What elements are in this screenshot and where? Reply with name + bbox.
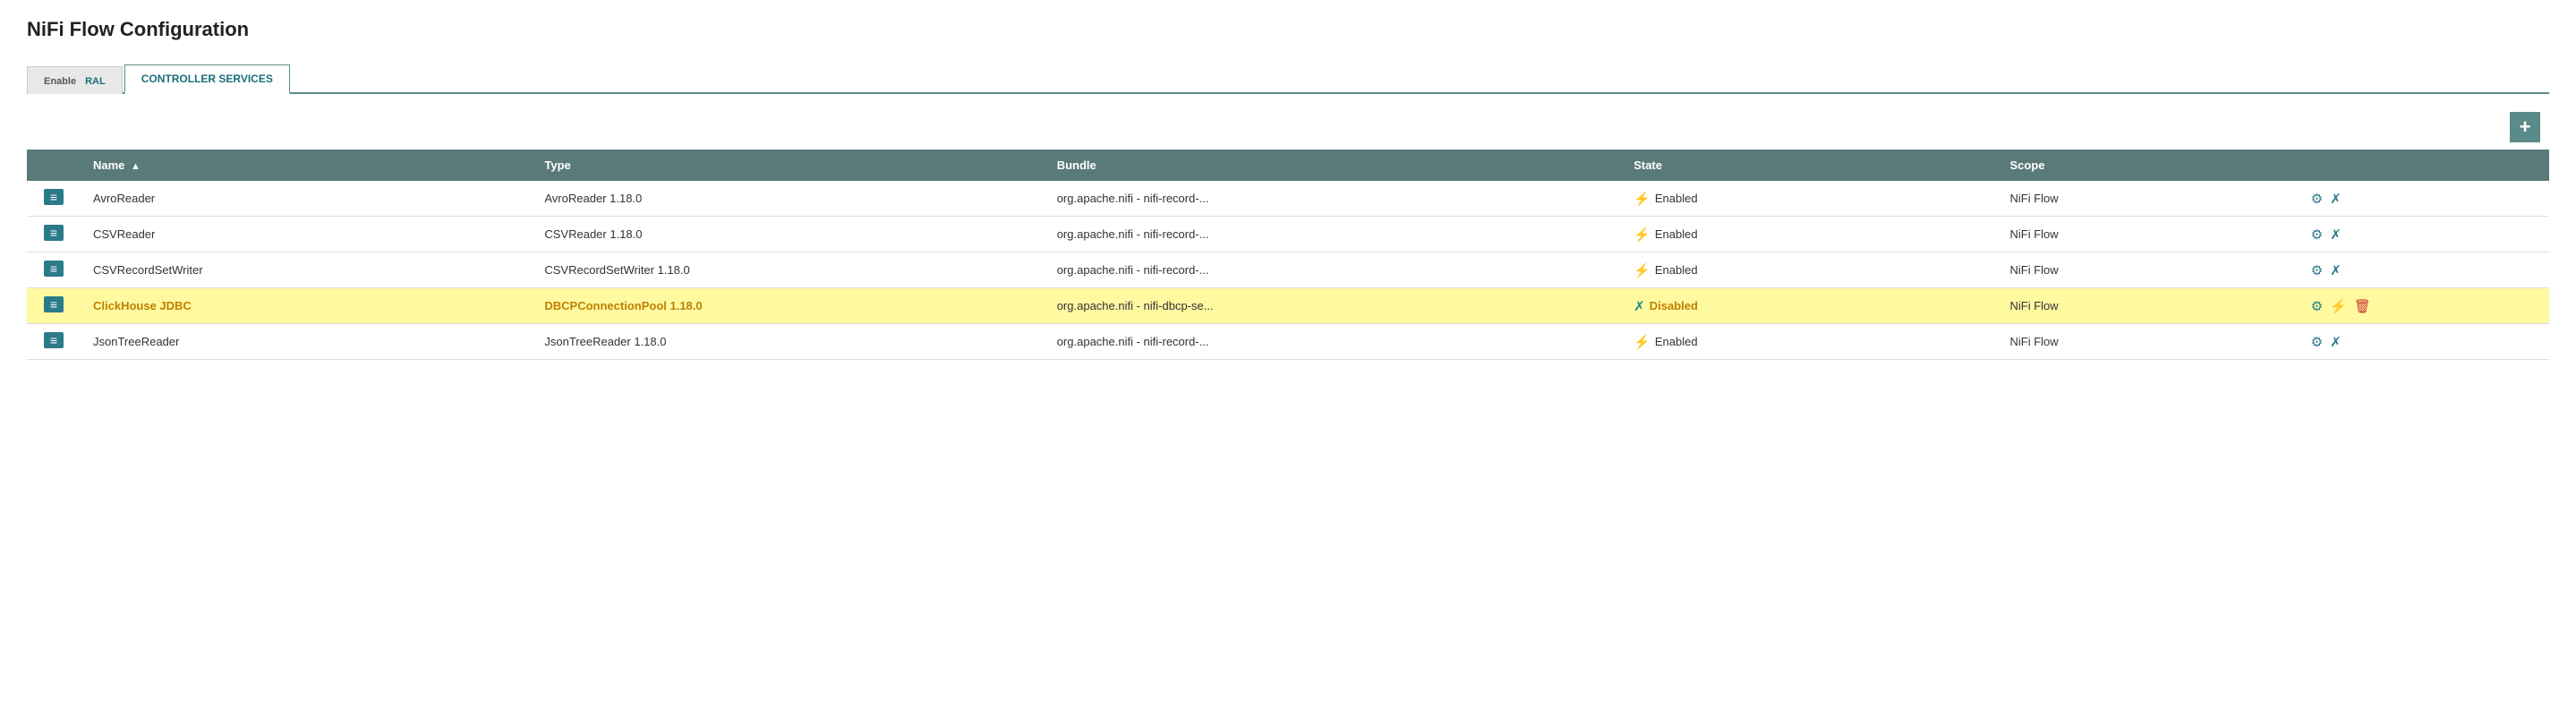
- settings-action-icon[interactable]: ⚙: [2311, 227, 2323, 243]
- col-header-type[interactable]: Type: [532, 150, 1044, 181]
- service-type-icon: [44, 332, 64, 348]
- row-actions: ⚙✗: [2299, 252, 2549, 288]
- disable-action-icon[interactable]: ✗: [2330, 227, 2341, 243]
- col-header-bundle[interactable]: Bundle: [1045, 150, 1621, 181]
- delete-action-icon[interactable]: 🗑: [2354, 298, 2371, 314]
- col-header-actions: [2299, 150, 2549, 181]
- sort-asc-icon: ▲: [131, 161, 141, 172]
- table-row: CSVRecordSetWriterCSVRecordSetWriter 1.1…: [27, 252, 2549, 288]
- row-bundle: org.apache.nifi - nifi-record-...: [1045, 217, 1621, 252]
- table-header: Name ▲ Type Bundle State Scope: [27, 150, 2549, 181]
- row-state: ⚡ Enabled: [1621, 181, 1997, 217]
- table-row: CSVReaderCSVReader 1.18.0org.apache.nifi…: [27, 217, 2549, 252]
- row-name: CSVRecordSetWriter: [81, 252, 532, 288]
- row-state: ⚡ Enabled: [1621, 217, 1997, 252]
- row-type: AvroReader 1.18.0: [532, 181, 1044, 217]
- service-type-icon: [44, 261, 64, 277]
- row-bundle: org.apache.nifi - nifi-record-...: [1045, 324, 1621, 360]
- row-type: CSVReader 1.18.0: [532, 217, 1044, 252]
- row-state: ✗ Disabled: [1621, 288, 1997, 324]
- settings-action-icon[interactable]: ⚙: [2311, 262, 2323, 278]
- state-disabled-icon: ✗: [1633, 298, 1645, 314]
- col-header-scope[interactable]: Scope: [1998, 150, 2299, 181]
- add-controller-service-button[interactable]: +: [2510, 112, 2540, 142]
- state-enabled-icon: ⚡: [1633, 262, 1651, 278]
- state-label: Enabled: [1655, 227, 1698, 241]
- row-actions: ⚙✗: [2299, 181, 2549, 217]
- row-type: CSVRecordSetWriter 1.18.0: [532, 252, 1044, 288]
- state-label: Enabled: [1655, 335, 1698, 348]
- settings-action-icon[interactable]: ⚙: [2311, 298, 2323, 314]
- controller-services-tab-label: CONTROLLER SERVICES: [141, 73, 273, 85]
- service-type-icon: [44, 296, 64, 312]
- enable-action-icon[interactable]: ⚡: [2330, 298, 2347, 314]
- row-name: AvroReader: [81, 181, 532, 217]
- tab-controller-services[interactable]: CONTROLLER SERVICES: [124, 64, 290, 94]
- row-name: ClickHouse JDBC: [81, 288, 532, 324]
- row-actions: ⚙✗: [2299, 217, 2549, 252]
- state-enabled-icon: ⚡: [1633, 334, 1651, 350]
- row-service-icon: [27, 324, 81, 360]
- col-header-icon: [27, 150, 81, 181]
- col-header-state[interactable]: State: [1621, 150, 1997, 181]
- row-actions: ⚙✗: [2299, 324, 2549, 360]
- service-type-icon: [44, 189, 64, 205]
- row-scope: NiFi Flow: [1998, 217, 2299, 252]
- row-service-icon: [27, 288, 81, 324]
- disable-action-icon[interactable]: ✗: [2330, 191, 2341, 207]
- state-enabled-icon: ⚡: [1633, 227, 1651, 243]
- state-enabled-icon: ⚡: [1633, 191, 1651, 207]
- row-state: ⚡ Enabled: [1621, 252, 1997, 288]
- table-row: AvroReaderAvroReader 1.18.0org.apache.ni…: [27, 181, 2549, 217]
- row-bundle: org.apache.nifi - nifi-record-...: [1045, 252, 1621, 288]
- row-scope: NiFi Flow: [1998, 324, 2299, 360]
- row-actions: ⚙ ⚡ 🗑: [2299, 288, 2549, 324]
- row-state: ⚡ Enabled: [1621, 324, 1997, 360]
- row-name: JsonTreeReader: [81, 324, 532, 360]
- table-body: AvroReaderAvroReader 1.18.0org.apache.ni…: [27, 181, 2549, 360]
- disable-action-icon[interactable]: ✗: [2330, 334, 2341, 350]
- page-title: NiFi Flow Configuration: [27, 18, 2549, 41]
- row-service-icon: [27, 181, 81, 217]
- table-row: JsonTreeReaderJsonTreeReader 1.18.0org.a…: [27, 324, 2549, 360]
- row-scope: NiFi Flow: [1998, 288, 2299, 324]
- row-bundle: org.apache.nifi - nifi-dbcp-se...: [1045, 288, 1621, 324]
- state-label: Disabled: [1650, 299, 1698, 312]
- state-label: Enabled: [1655, 192, 1698, 205]
- row-service-icon: [27, 252, 81, 288]
- tabs-row: Enable RAL CONTROLLER SERVICES: [27, 63, 2549, 94]
- enable-label: Enable: [44, 76, 76, 87]
- table-row: ClickHouse JDBCDBCPConnectionPool 1.18.0…: [27, 288, 2549, 324]
- row-type: JsonTreeReader 1.18.0: [532, 324, 1044, 360]
- settings-action-icon[interactable]: ⚙: [2311, 334, 2323, 350]
- controller-services-table: Name ▲ Type Bundle State Scope AvroReade…: [27, 150, 2549, 360]
- add-button-row: +: [27, 112, 2549, 142]
- row-service-icon: [27, 217, 81, 252]
- tab-enable-ral[interactable]: Enable RAL: [27, 66, 123, 94]
- service-type-icon: [44, 225, 64, 241]
- ral-label: RAL: [85, 76, 106, 87]
- row-scope: NiFi Flow: [1998, 252, 2299, 288]
- row-scope: NiFi Flow: [1998, 181, 2299, 217]
- state-label: Enabled: [1655, 263, 1698, 277]
- col-header-name[interactable]: Name ▲: [81, 150, 532, 181]
- disable-action-icon[interactable]: ✗: [2330, 262, 2341, 278]
- row-type: DBCPConnectionPool 1.18.0: [532, 288, 1044, 324]
- row-name: CSVReader: [81, 217, 532, 252]
- settings-action-icon[interactable]: ⚙: [2311, 191, 2323, 207]
- row-bundle: org.apache.nifi - nifi-record-...: [1045, 181, 1621, 217]
